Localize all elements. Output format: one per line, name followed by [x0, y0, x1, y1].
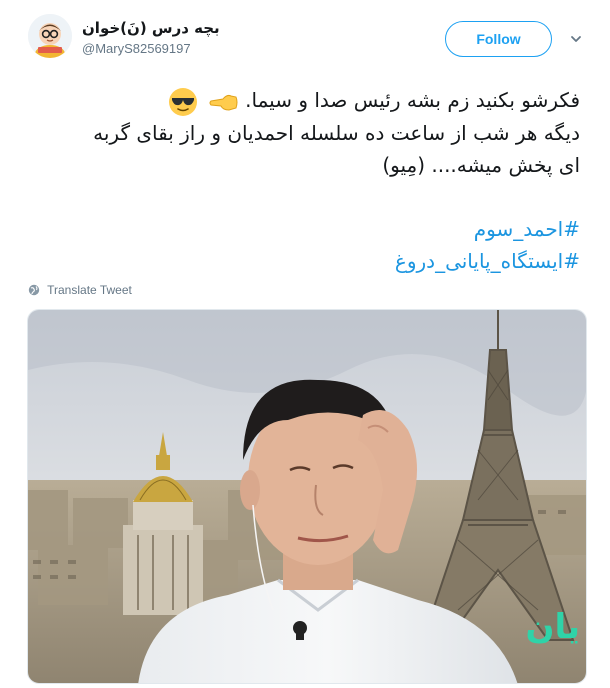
- user-handle[interactable]: @MaryS82569197: [82, 41, 191, 56]
- pointing-hand-emoji-icon: [209, 94, 238, 111]
- tweet-header: بچه درس (نَ)خوان @MaryS82569197 Follow: [0, 0, 610, 70]
- channel-watermark: یان: [525, 607, 580, 647]
- avatar[interactable]: [28, 14, 72, 58]
- tweet-line-3: ای پخش میشه.... (مِیو): [382, 152, 580, 177]
- cartoon-avatar-icon: [28, 14, 72, 58]
- hashtag-link[interactable]: #ایستگاه_پایانی_دروغ: [28, 245, 580, 277]
- follow-button[interactable]: Follow: [445, 21, 552, 57]
- hashtag-link[interactable]: #احمد_سوم: [28, 213, 580, 245]
- translate-tweet-link[interactable]: Translate Tweet: [28, 283, 132, 297]
- tweet-text-line-1: فکرشو بکنید زم بشه رئیس صدا و سیما.: [245, 88, 580, 112]
- display-name[interactable]: بچه درس (نَ)خوان: [82, 19, 220, 37]
- chevron-down-icon[interactable]: [570, 33, 582, 45]
- tweet-line-1: فکرشو بکنید زم بشه رئیس صدا و سیما.: [28, 84, 580, 117]
- translate-label: Translate Tweet: [47, 283, 132, 297]
- video-still: یان: [28, 310, 586, 683]
- tweet-media-image[interactable]: یان: [27, 309, 587, 684]
- tweet-line-2: دیگه هر شب از ساعت ده سلسله احمدیان و را…: [93, 120, 580, 145]
- globe-icon: [28, 284, 40, 296]
- sunglasses-emoji-icon: [169, 87, 198, 116]
- tweet-text: فکرشو بکنید زم بشه رئیس صدا و سیما. دیگه…: [28, 84, 580, 277]
